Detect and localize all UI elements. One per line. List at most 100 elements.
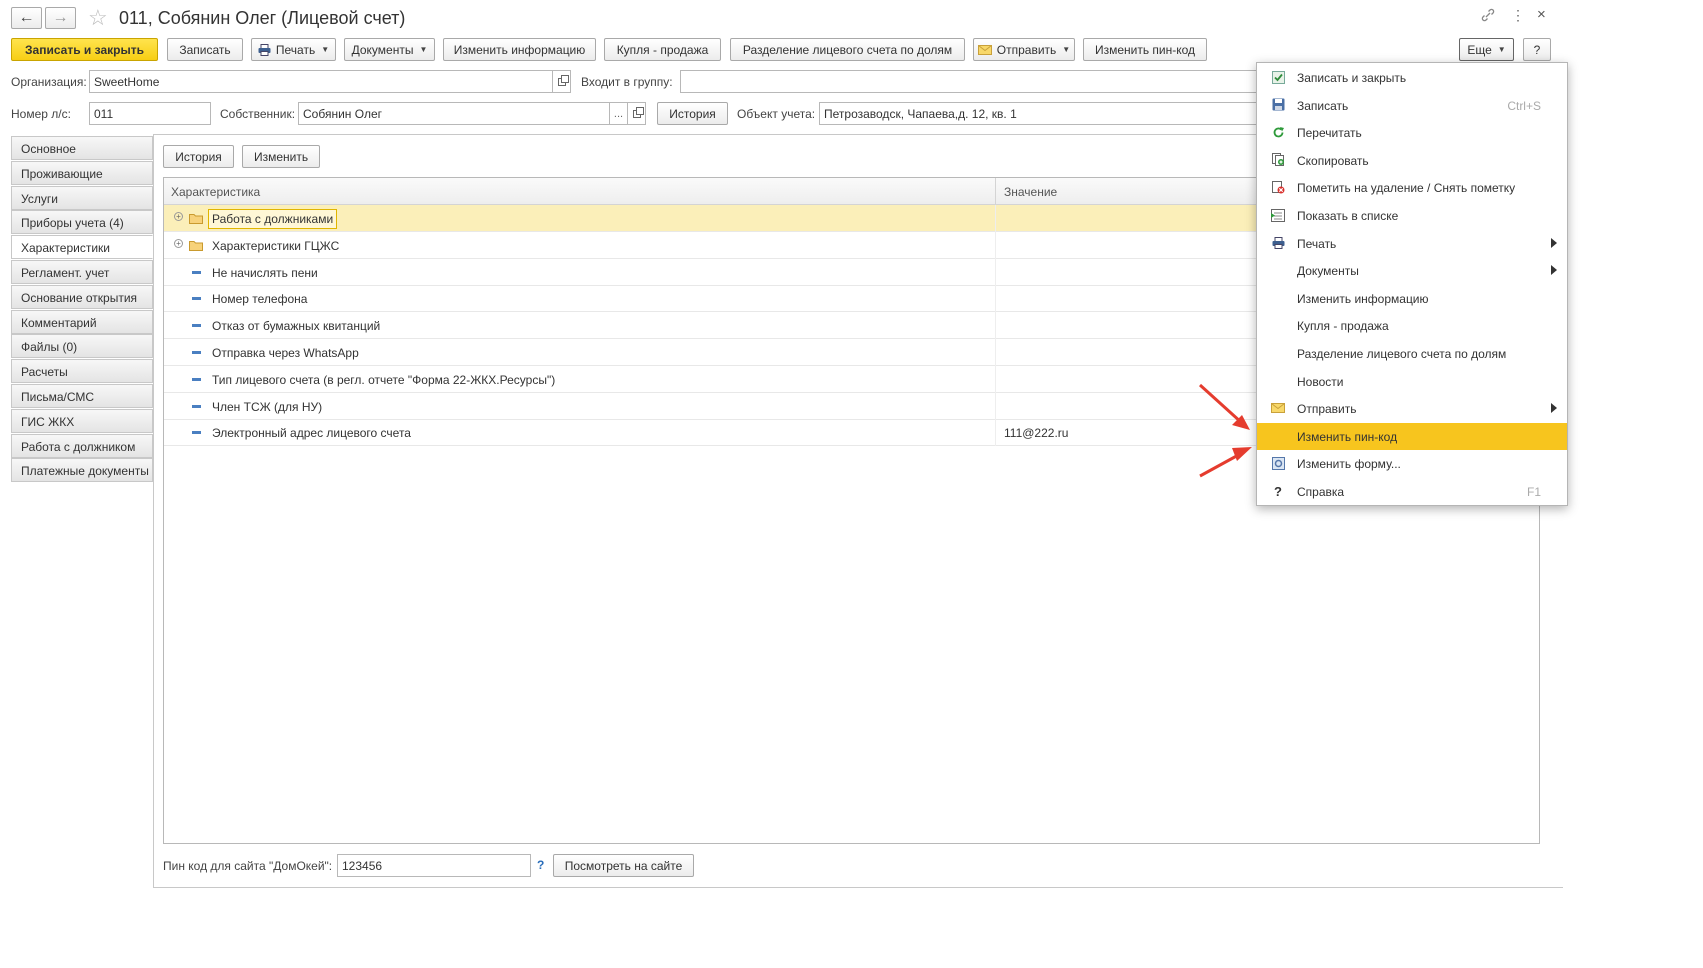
send-button[interactable]: Отправить ▼ xyxy=(973,38,1075,61)
pin-field[interactable]: 123456 xyxy=(337,854,531,877)
menu-item-4[interactable]: Пометить на удаление / Снять пометку xyxy=(1257,174,1567,201)
menu-item-3[interactable]: Скопировать xyxy=(1257,147,1567,174)
tab-2[interactable]: Услуги xyxy=(11,185,153,210)
menu-item-15[interactable]: ? Справка F1 xyxy=(1257,478,1567,505)
tab-11[interactable]: ГИС ЖКХ xyxy=(11,408,153,433)
menu-item-label: Показать в списке xyxy=(1297,209,1399,223)
printer-icon xyxy=(258,43,271,56)
more-button[interactable]: Еще ▼ xyxy=(1459,38,1514,61)
owner-label: Собственник: xyxy=(220,107,296,121)
buy-sell-button[interactable]: Купля - продажа xyxy=(604,38,721,61)
tab-13[interactable]: Платежные документы xyxy=(11,458,153,483)
column-header-value[interactable]: Значение xyxy=(1004,185,1057,199)
change-pin-button[interactable]: Изменить пин-код xyxy=(1083,38,1207,61)
save-button[interactable]: Записать xyxy=(167,38,243,61)
object-label: Объект учета: xyxy=(737,107,816,121)
mark-delete-icon xyxy=(1271,180,1285,194)
group-field[interactable] xyxy=(680,70,1256,93)
forward-button[interactable]: → xyxy=(45,7,76,29)
menu-item-8[interactable]: Изменить информацию xyxy=(1257,285,1567,312)
tab-12[interactable]: Работа с должником xyxy=(11,433,153,458)
menu-item-9[interactable]: Купля - продажа xyxy=(1257,312,1567,339)
attribute-item-icon xyxy=(192,351,201,354)
tab-7[interactable]: Комментарий xyxy=(11,309,153,334)
print-button[interactable]: Печать ▼ xyxy=(251,38,336,61)
menu-item-5[interactable]: Показать в списке xyxy=(1257,202,1567,229)
attribute-item-icon xyxy=(192,324,201,328)
menu-item-2[interactable]: Перечитать xyxy=(1257,119,1567,146)
menu-item-7[interactable]: Документы xyxy=(1257,257,1567,284)
menu-item-label: Купля - продажа xyxy=(1297,319,1389,334)
back-button[interactable]: ← xyxy=(11,7,42,29)
menu-item-10[interactable]: Разделение лицевого счета по долям xyxy=(1257,340,1567,367)
menu-item-1[interactable]: Записать Ctrl+S xyxy=(1257,92,1567,119)
tab-0[interactable]: Основное xyxy=(11,136,153,160)
menu-item-label: Изменить информацию xyxy=(1297,291,1429,306)
more-vertical-icon[interactable]: ⋮ xyxy=(1511,7,1525,24)
envelope-icon xyxy=(977,44,992,55)
save-close-button[interactable]: Записать и закрыть xyxy=(11,38,158,61)
split-account-button[interactable]: Разделение лицевого счета по долям xyxy=(730,38,965,61)
save-label: Записать xyxy=(179,42,231,57)
documents-label: Документы xyxy=(351,42,414,57)
more-label: Еще xyxy=(1467,42,1492,57)
menu-item-label: Скопировать xyxy=(1297,153,1369,168)
account-number-label: Номер л/с: xyxy=(11,107,71,121)
dropdown-arrow-icon: ▼ xyxy=(321,45,330,54)
menu-item-11[interactable]: Новости xyxy=(1257,368,1567,395)
owner-field[interactable]: Собянин Олег xyxy=(298,102,610,125)
tab-6[interactable]: Основание открытия xyxy=(11,284,153,309)
tab-1[interactable]: Проживающие xyxy=(11,160,153,185)
help-button[interactable]: ? xyxy=(1523,38,1551,61)
row-name: Номер телефона xyxy=(212,292,307,306)
link-icon[interactable] xyxy=(1481,8,1495,25)
org-field[interactable]: SweetHome xyxy=(89,70,553,93)
more-dropdown-menu: Записать и закрыть Записать Ctrl+S Перечита… xyxy=(1256,62,1568,506)
tab-3[interactable]: Приборы учета (4) xyxy=(11,210,153,235)
menu-item-0[interactable]: Записать и закрыть xyxy=(1257,64,1567,91)
star-favorite-icon[interactable]: ☆ xyxy=(88,5,108,31)
close-icon[interactable]: × xyxy=(1537,6,1546,23)
row-name-text: Электронный адрес лицевого счета xyxy=(212,426,411,441)
window-title: 011, Собянин Олег (Лицевой счет) xyxy=(119,8,406,28)
row-name-text: Характеристики ГЦЖС xyxy=(212,238,340,253)
tab-4[interactable]: Характеристики xyxy=(11,235,153,260)
change-info-button[interactable]: Изменить информацию xyxy=(443,38,596,61)
tab-8[interactable]: Файлы (0) xyxy=(11,334,153,359)
column-header-characteristic[interactable]: Характеристика xyxy=(171,185,260,199)
characteristics-edit-button[interactable]: Изменить xyxy=(242,145,320,168)
tab-10[interactable]: Письма/СМС xyxy=(11,384,153,408)
owner-select-button[interactable]: ... xyxy=(610,102,628,125)
open-org-button[interactable] xyxy=(553,70,571,93)
column-divider xyxy=(995,178,996,205)
open-owner-button[interactable] xyxy=(628,102,646,125)
documents-button[interactable]: Документы ▼ xyxy=(344,38,435,61)
owner-history-button[interactable]: История xyxy=(657,102,728,125)
row-name: Тип лицевого счета (в регл. отчете "Форм… xyxy=(212,373,555,387)
menu-item-label: Печать xyxy=(1297,236,1337,251)
expand-plus-icon[interactable]: + xyxy=(174,238,183,248)
attribute-item-icon xyxy=(192,431,201,435)
pin-help-icon[interactable]: ? xyxy=(537,858,544,872)
characteristics-history-button[interactable]: История xyxy=(163,145,234,168)
expand-plus-icon[interactable]: + xyxy=(174,212,183,221)
menu-item-12[interactable]: Отправить xyxy=(1257,395,1567,422)
menu-item-shortcut: F1 xyxy=(1526,485,1541,499)
menu-item-6[interactable]: Печать xyxy=(1257,230,1567,257)
tab-5[interactable]: Регламент. учет xyxy=(11,260,153,284)
account-number-field[interactable]: 011 xyxy=(89,102,211,125)
row-name: Отказ от бумажных квитанций xyxy=(212,319,380,333)
tab-9[interactable]: Расчеты xyxy=(11,359,153,384)
envelope-icon xyxy=(1271,401,1285,415)
menu-item-label: Записать и закрыть xyxy=(1297,71,1407,85)
dropdown-arrow-icon: ▼ xyxy=(1497,45,1506,54)
save-disk-icon xyxy=(1271,98,1285,112)
open-window-icon xyxy=(632,106,644,118)
row-name: Электронный адрес лицевого счета xyxy=(212,426,411,440)
object-field[interactable]: Петрозаводск, Чапаева,д. 12, кв. 1 xyxy=(819,102,1256,125)
row-name-text: Тип лицевого счета (в регл. отчете "Форм… xyxy=(212,372,556,387)
open-window-icon xyxy=(557,74,569,86)
view-on-site-button[interactable]: Посмотреть на сайте xyxy=(553,854,694,877)
menu-item-13[interactable]: Изменить пин-код xyxy=(1257,422,1567,450)
menu-item-14[interactable]: Изменить форму... xyxy=(1257,450,1567,477)
